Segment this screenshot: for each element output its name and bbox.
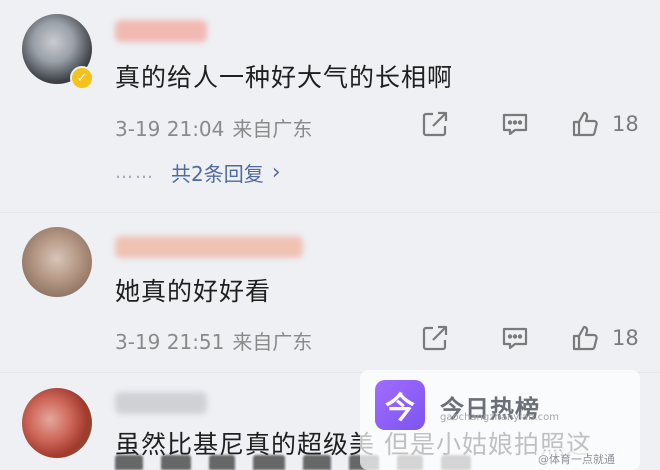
watermark-corner-label: @体育一点就通 bbox=[536, 451, 617, 467]
avatar[interactable] bbox=[22, 388, 92, 458]
username-blurred[interactable] bbox=[115, 392, 207, 414]
watermark-url: gaochangzhanyian.com bbox=[440, 412, 559, 423]
jinri-rebang-logo-icon: 今 bbox=[375, 380, 425, 430]
